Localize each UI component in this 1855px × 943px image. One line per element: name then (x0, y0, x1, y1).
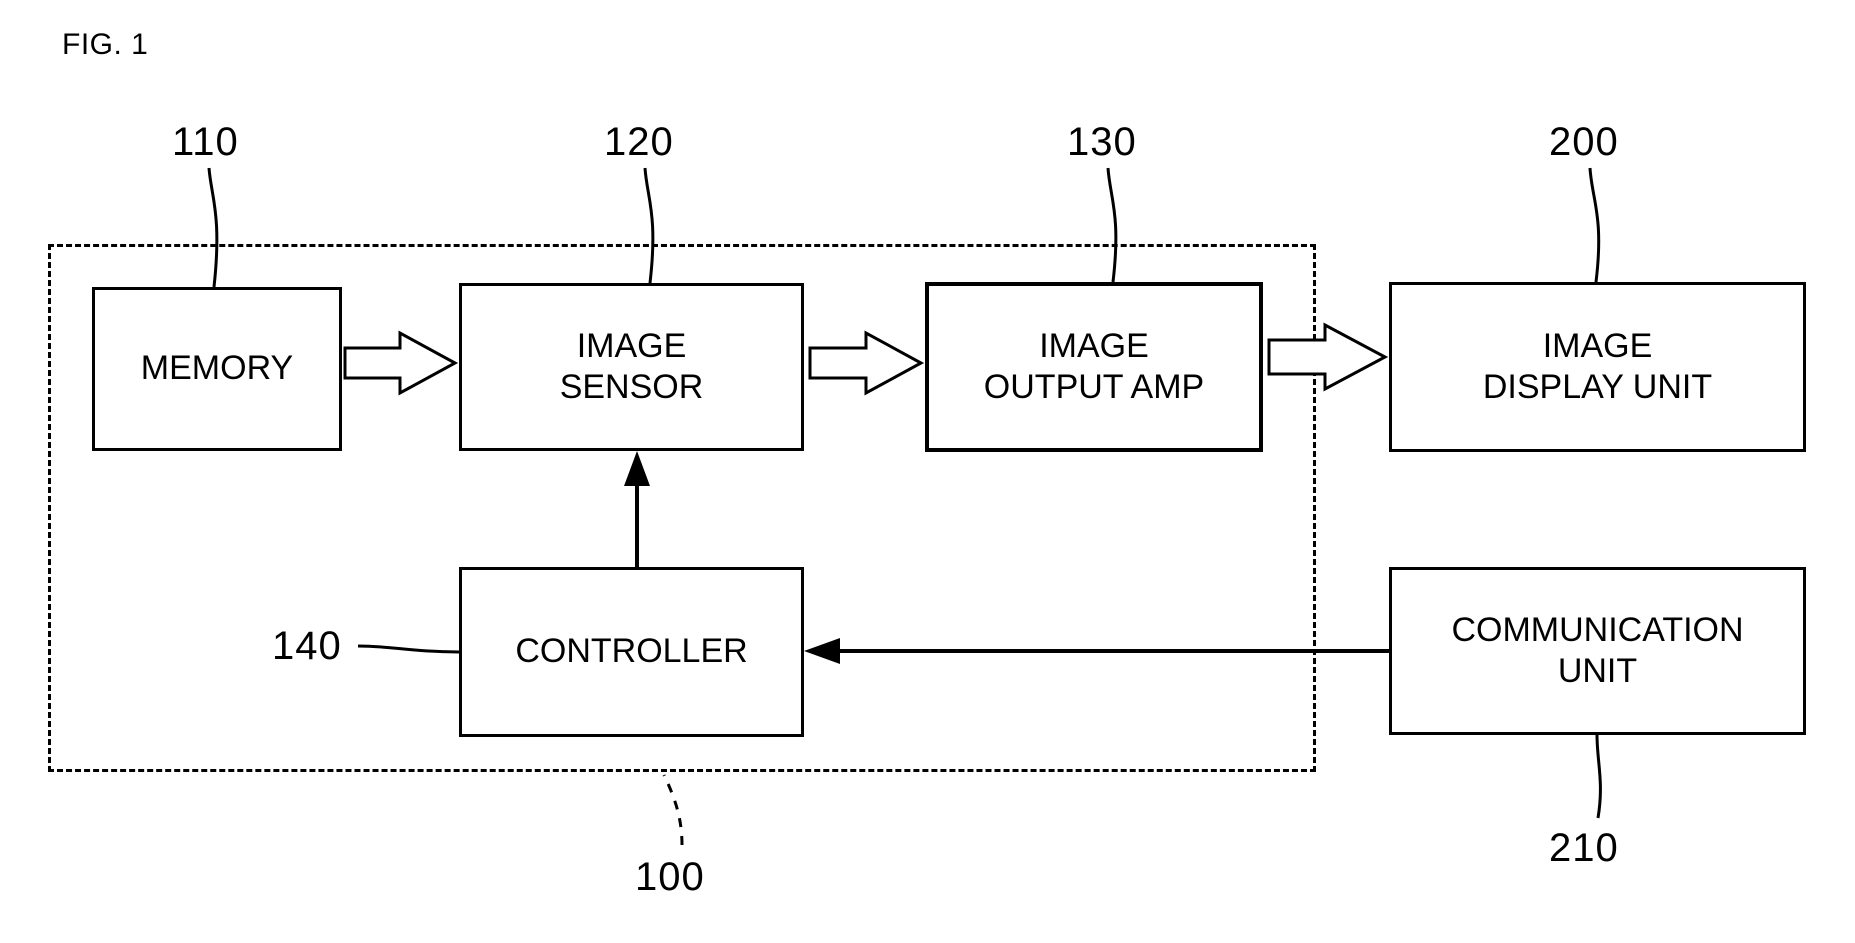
figure-canvas: FIG. 1 110 120 130 200 140 210 100 MEMOR… (0, 0, 1855, 943)
block-memory[interactable]: MEMORY (92, 287, 342, 451)
block-image-sensor[interactable]: IMAGE SENSOR (459, 283, 804, 451)
ref-210: 210 (1549, 826, 1619, 870)
leader-200 (1588, 167, 1601, 283)
leader-210 (1595, 734, 1602, 819)
leader-100 (662, 774, 684, 846)
block-controller[interactable]: CONTROLLER (459, 567, 804, 737)
figure-label: FIG. 1 (62, 28, 149, 61)
block-communication-unit[interactable]: COMMUNICATION UNIT (1389, 567, 1806, 735)
ref-110: 110 (172, 120, 239, 164)
ref-120: 120 (604, 120, 674, 164)
block-communication-unit-label-line2: UNIT (1557, 652, 1638, 690)
block-communication-unit-label-line1: COMMUNICATION (1451, 610, 1744, 649)
block-image-output-amp-label-line2: OUTPUT AMP (983, 368, 1205, 406)
block-image-display-unit[interactable]: IMAGE DISPLAY UNIT (1389, 282, 1806, 452)
block-image-sensor-label-line2: SENSOR (559, 368, 704, 406)
ref-130: 130 (1067, 120, 1137, 164)
ref-200: 200 (1549, 120, 1619, 164)
block-memory-label: MEMORY (140, 349, 294, 388)
block-image-display-unit-label-line1: IMAGE (1542, 326, 1653, 365)
ref-100: 100 (635, 855, 705, 899)
block-image-sensor-label-line1: IMAGE (576, 326, 687, 365)
block-image-output-amp-label-line1: IMAGE (1039, 326, 1149, 365)
ref-140: 140 (272, 624, 342, 668)
block-image-output-amp[interactable]: IMAGE OUTPUT AMP (925, 282, 1263, 452)
block-controller-label: CONTROLLER (515, 632, 748, 671)
block-image-display-unit-label-line2: DISPLAY UNIT (1482, 368, 1713, 406)
